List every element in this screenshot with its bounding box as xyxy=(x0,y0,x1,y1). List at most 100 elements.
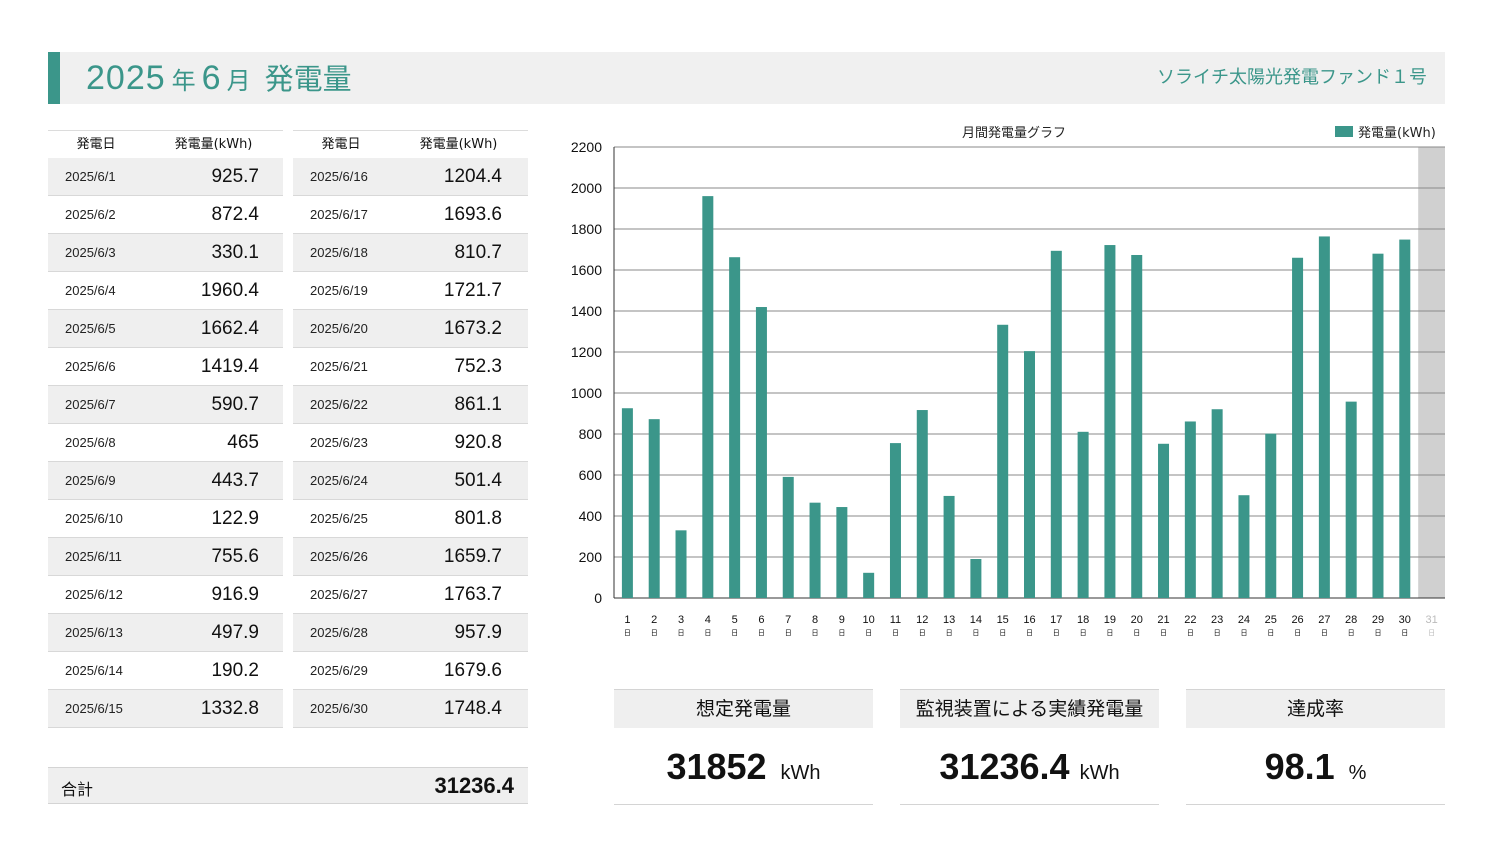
table-row: 2025/6/12 916.9 xyxy=(48,576,283,614)
row-date: 2025/6/12 xyxy=(65,587,123,602)
table-row: 2025/6/4 1960.4 xyxy=(48,272,283,310)
y-tick-label: 2200 xyxy=(571,139,602,155)
column-header-date: 発電日 xyxy=(76,137,116,152)
table-rows: 2025/6/16 1204.4 2025/6/17 1693.6 2025/6/18 8… xyxy=(293,158,528,728)
x-tick-suffix: 日 xyxy=(838,629,845,637)
x-tick-suffix: 日 xyxy=(865,629,872,637)
bar xyxy=(943,495,955,598)
x-tick-label: 1 xyxy=(624,614,630,626)
x-tick-suffix: 日 xyxy=(1053,629,1060,637)
row-value: 330.1 xyxy=(211,241,259,263)
row-date: 2025/6/22 xyxy=(310,397,368,412)
table-rows: 2025/6/1 925.7 2025/6/2 872.4 2025/6/3 330.1 2… xyxy=(48,158,283,728)
row-value: 1679.6 xyxy=(443,659,502,681)
table-row: 2025/6/18 810.7 xyxy=(293,234,528,272)
bar xyxy=(1104,245,1116,598)
table-row: 2025/6/1 925.7 xyxy=(48,158,283,196)
bar xyxy=(1050,250,1062,598)
kpi-value: 31852 xyxy=(666,746,767,787)
x-tick-label: 21 xyxy=(1157,614,1169,626)
x-tick-label: 28 xyxy=(1345,614,1357,626)
row-date: 2025/6/21 xyxy=(310,359,368,374)
y-tick-label: 800 xyxy=(579,426,603,442)
kpi-expected-generation: 想定発電量 31852 kWh xyxy=(614,689,873,805)
x-tick-suffix: 日 xyxy=(704,629,711,637)
table-row: 2025/6/24 501.4 xyxy=(293,462,528,500)
x-tick-suffix: 日 xyxy=(1374,629,1381,637)
row-date: 2025/6/11 xyxy=(65,549,122,564)
bar xyxy=(1318,236,1330,598)
row-value: 1659.7 xyxy=(443,545,502,567)
bar xyxy=(755,307,767,598)
row-value: 590.7 xyxy=(211,393,259,415)
table-row: 2025/6/27 1763.7 xyxy=(293,576,528,614)
row-value: 755.6 xyxy=(211,545,259,567)
bar xyxy=(1077,431,1089,598)
bar xyxy=(809,502,821,598)
row-value: 1204.4 xyxy=(443,165,502,187)
x-tick-suffix: 日 xyxy=(946,629,953,637)
x-tick-label: 23 xyxy=(1211,614,1223,626)
row-date: 2025/6/20 xyxy=(310,321,368,336)
table-row: 2025/6/13 497.9 xyxy=(48,614,283,652)
x-tick-suffix: 日 xyxy=(1106,629,1113,637)
bar xyxy=(836,507,848,598)
row-value: 920.8 xyxy=(454,431,502,453)
table-row: 2025/6/19 1721.7 xyxy=(293,272,528,310)
page-header: 2025 年 6 月発電量 ソライチ太陽光発電ファンド１号 xyxy=(48,52,1445,104)
row-date: 2025/6/9 xyxy=(65,473,116,488)
x-tick-suffix: 日 xyxy=(1401,629,1408,637)
table-row: 2025/6/14 190.2 xyxy=(48,652,283,690)
kpi-value: 31236.4 xyxy=(939,746,1070,787)
x-tick-label: 14 xyxy=(970,614,982,626)
x-tick-suffix: 日 xyxy=(1080,629,1087,637)
row-date: 2025/6/7 xyxy=(65,397,116,412)
table-row: 2025/6/23 920.8 xyxy=(293,424,528,462)
kpi-body: 98.1% xyxy=(1186,728,1445,805)
bar xyxy=(997,324,1009,598)
x-tick-label: 29 xyxy=(1372,614,1384,626)
x-tick-label: 30 xyxy=(1399,614,1411,626)
kpi-title: 想定発電量 xyxy=(614,689,873,728)
row-value: 122.9 xyxy=(211,507,259,529)
x-tick-label: 2 xyxy=(651,614,657,626)
row-value: 925.7 xyxy=(211,165,259,187)
x-tick-label: 27 xyxy=(1318,614,1330,626)
page-title: 2025 年 6 月発電量 xyxy=(86,58,352,98)
row-date: 2025/6/6 xyxy=(65,359,116,374)
row-date: 2025/6/23 xyxy=(310,435,368,450)
row-value: 861.1 xyxy=(454,393,502,415)
row-date: 2025/6/18 xyxy=(310,245,368,260)
bar xyxy=(1158,443,1170,598)
bar xyxy=(782,476,794,598)
x-tick-suffix: 日 xyxy=(758,629,765,637)
row-date: 2025/6/29 xyxy=(310,663,368,678)
row-date: 2025/6/13 xyxy=(65,625,123,640)
y-tick-label: 600 xyxy=(579,467,603,483)
legend-label: 発電量(kWh) xyxy=(1358,126,1436,141)
x-tick-suffix: 日 xyxy=(999,629,1006,637)
y-tick-label: 1000 xyxy=(571,385,602,401)
row-value: 1662.4 xyxy=(200,317,259,339)
total-value: 31236.4 xyxy=(434,773,514,798)
kpi-body: 31852 kWh xyxy=(614,728,873,805)
table-row: 2025/6/5 1662.4 xyxy=(48,310,283,348)
x-tick-label: 17 xyxy=(1050,614,1062,626)
row-value: 1693.6 xyxy=(443,203,502,225)
row-date: 2025/6/24 xyxy=(310,473,368,488)
bar xyxy=(1184,421,1196,598)
bar xyxy=(1238,495,1250,598)
bar xyxy=(1399,239,1411,598)
y-tick-label: 2000 xyxy=(571,180,602,196)
row-value: 497.9 xyxy=(211,621,259,643)
row-date: 2025/6/30 xyxy=(310,701,368,716)
table-row: 2025/6/29 1679.6 xyxy=(293,652,528,690)
x-tick-suffix: 日 xyxy=(624,629,631,637)
x-tick-label: 3 xyxy=(678,614,684,626)
bar xyxy=(702,196,714,599)
x-tick-label: 4 xyxy=(705,614,711,626)
row-value: 1763.7 xyxy=(443,583,502,605)
y-tick-label: 1400 xyxy=(571,303,602,319)
total-label: 合計 xyxy=(61,780,94,799)
chart-plot-area: 0200400600800100012001400160018002000220… xyxy=(571,139,1445,637)
